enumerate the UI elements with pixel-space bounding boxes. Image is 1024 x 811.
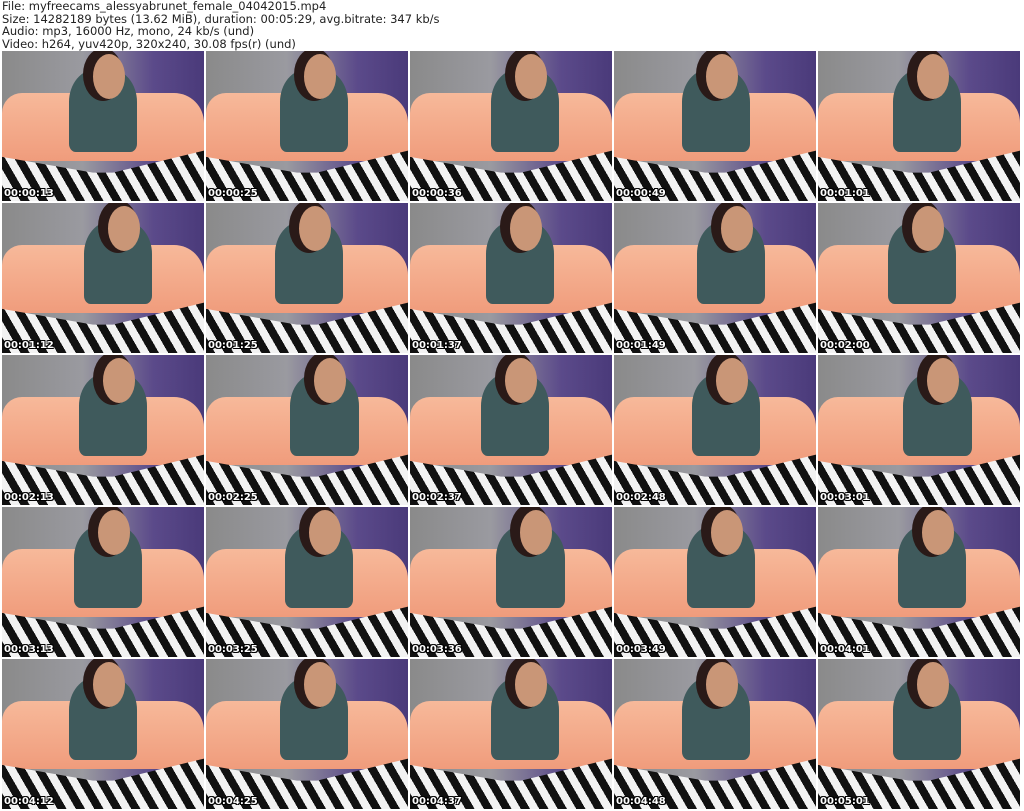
video-thumbnail: 00:03:01 (818, 355, 1020, 505)
video-info: Video: h264, yuv420p, 320x240, 30.08 fps… (2, 36, 296, 51)
timestamp-label: 00:02:13 (4, 492, 54, 503)
video-thumbnail: 00:04:12 (2, 659, 204, 809)
timestamp-label: 00:04:48 (616, 796, 666, 807)
timestamp-label: 00:00:13 (4, 188, 54, 199)
video-thumbnail: 00:01:01 (818, 51, 1020, 201)
video-thumbnail: 00:02:37 (410, 355, 612, 505)
video-thumbnail: 00:03:25 (206, 507, 408, 657)
timestamp-label: 00:04:37 (412, 796, 462, 807)
video-thumbnail: 00:04:25 (206, 659, 408, 809)
file-name: File: myfreecams_alessyabrunet_female_04… (2, 0, 327, 13)
person-head-shape (97, 510, 131, 555)
timestamp-label: 00:03:49 (616, 644, 666, 655)
timestamp-label: 00:01:49 (616, 340, 666, 351)
timestamp-label: 00:01:01 (820, 188, 870, 199)
thumbnail-grid: 00:00:13 00:00:25 00:00:36 00:00:49 00:01:01… (2, 51, 1020, 809)
timestamp-label: 00:03:13 (4, 644, 54, 655)
person-head-shape (705, 54, 739, 99)
timestamp-label: 00:02:25 (208, 492, 258, 503)
video-thumbnail: 00:00:49 (614, 51, 816, 201)
timestamp-label: 00:00:25 (208, 188, 258, 199)
person-head-shape (716, 358, 749, 403)
timestamp-label: 00:00:36 (412, 188, 462, 199)
timestamp-label: 00:05:01 (820, 796, 870, 807)
timestamp-label: 00:00:49 (616, 188, 666, 199)
person-head-shape (916, 54, 950, 99)
timestamp-label: 00:01:12 (4, 340, 54, 351)
person-head-shape (298, 206, 332, 251)
video-thumbnail: 00:00:36 (410, 51, 612, 201)
video-thumbnail: 00:01:12 (2, 203, 204, 353)
person-head-shape (303, 54, 337, 99)
person-head-shape (509, 206, 543, 251)
video-thumbnail: 00:02:00 (818, 203, 1020, 353)
video-thumbnail: 00:03:36 (410, 507, 612, 657)
timestamp-label: 00:02:00 (820, 340, 870, 351)
video-thumbnail: 00:02:25 (206, 355, 408, 505)
person-head-shape (710, 510, 744, 555)
video-thumbnail: 00:05:01 (818, 659, 1020, 809)
video-thumbnail: 00:01:25 (206, 203, 408, 353)
video-thumbnail: 00:03:13 (2, 507, 204, 657)
person-head-shape (916, 662, 950, 707)
video-thumbnail: 00:02:13 (2, 355, 204, 505)
video-thumbnail: 00:01:37 (410, 203, 612, 353)
timestamp-label: 00:01:25 (208, 340, 258, 351)
person-head-shape (103, 358, 136, 403)
timestamp-label: 00:03:36 (412, 644, 462, 655)
video-thumbnail: 00:00:13 (2, 51, 204, 201)
timestamp-label: 00:04:12 (4, 796, 54, 807)
timestamp-label: 00:02:48 (616, 492, 666, 503)
video-thumbnail: 00:04:48 (614, 659, 816, 809)
person-head-shape (911, 206, 945, 251)
video-thumbnail: 00:02:48 (614, 355, 816, 505)
timestamp-label: 00:04:25 (208, 796, 258, 807)
person-head-shape (705, 662, 739, 707)
person-head-shape (92, 54, 126, 99)
video-thumbnail: 00:01:49 (614, 203, 816, 353)
timestamp-label: 00:03:25 (208, 644, 258, 655)
timestamp-label: 00:01:37 (412, 340, 462, 351)
video-thumbnail: 00:00:25 (206, 51, 408, 201)
video-thumbnail: 00:03:49 (614, 507, 816, 657)
timestamp-label: 00:03:01 (820, 492, 870, 503)
video-thumbnail: 00:04:37 (410, 659, 612, 809)
person-head-shape (922, 510, 955, 555)
person-head-shape (303, 662, 337, 707)
timestamp-label: 00:02:37 (412, 492, 462, 503)
file-info-header: File: myfreecams_alessyabrunet_female_04… (2, 0, 440, 50)
person-head-shape (92, 662, 126, 707)
person-head-shape (309, 510, 342, 555)
audio-info: Audio: mp3, 16000 Hz, mono, 24 kb/s (und… (2, 24, 255, 38)
video-thumbnail: 00:04:01 (818, 507, 1020, 657)
timestamp-label: 00:04:01 (820, 644, 870, 655)
person-head-shape (504, 358, 538, 403)
